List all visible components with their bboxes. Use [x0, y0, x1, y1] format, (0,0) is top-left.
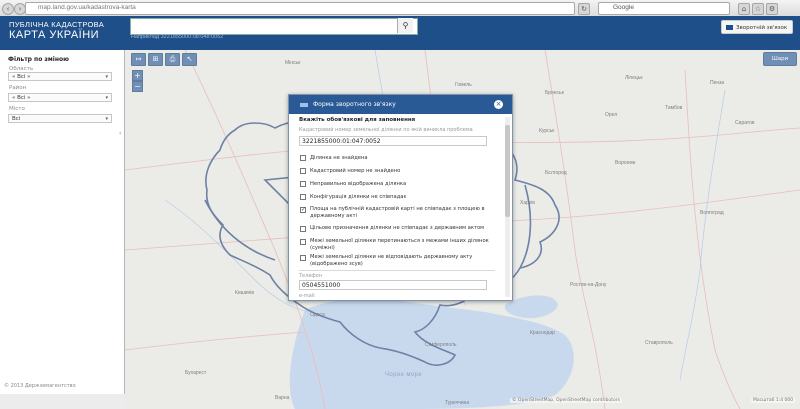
feedback-dialog: Форма зворотного зв'язку × Вкажіть обов'… [288, 94, 513, 301]
checkbox-label: Межі земельної ділянки перетинаються з м… [310, 238, 489, 251]
district-select[interactable]: « Всі » ▾ [8, 93, 112, 102]
region-select[interactable]: « Всі » ▾ [8, 72, 112, 81]
checkbox[interactable] [300, 194, 306, 200]
star-icon[interactable]: ☆ [752, 3, 764, 15]
chevron-down-icon: ▾ [105, 116, 108, 122]
brand-line1: ПУБЛІЧНА КАДАСТРОВА [9, 20, 104, 29]
filter-title: Фільтр по зміною [8, 56, 69, 63]
section-heading: Вкажіть обов'язкові для заповнення [299, 117, 416, 123]
collapse-icon[interactable]: ‹ [119, 130, 121, 137]
address-bar[interactable]: map.land.gov.ua/kadastrova-karta [25, 2, 575, 15]
address-text: map.land.gov.ua/kadastrova-karta [38, 4, 136, 11]
checkbox[interactable] [300, 239, 306, 245]
city-select[interactable]: Всі ▾ [8, 114, 112, 123]
city-value: Всі [12, 116, 21, 122]
checkbox[interactable] [300, 226, 306, 232]
checkbox[interactable] [300, 255, 306, 261]
feedback-label: Зворотній зв'язок [736, 25, 788, 31]
city-label: Місто [9, 106, 25, 112]
dialog-body: Вкажіть обов'язкові для заповнення Кадас… [289, 114, 505, 300]
dialog-scrollbar[interactable] [505, 117, 510, 297]
cadastral-note: Кадастровий номер земельної ділянки по я… [299, 127, 473, 133]
divider [299, 270, 495, 271]
feedback-button[interactable]: Зворотній зв'язок [721, 20, 793, 34]
checkbox-checked[interactable] [300, 206, 306, 213]
dialog-title: Форма зворотного зв'язку [313, 101, 396, 108]
checkbox-label: Неправильно відображена ділянка [310, 181, 407, 187]
checkbox-label: Конфігурація ділянки не співпадає [310, 194, 407, 200]
cadastral-search-input[interactable] [130, 18, 418, 35]
search-hint: Наприклад 3221855000:08:048:0052 [131, 34, 224, 40]
app-header: ПУБЛІЧНА КАДАСТРОВА КАРТА УКРАЇНИ ⚲ Напр… [0, 16, 800, 50]
district-value: « Всі » [12, 95, 31, 101]
checkbox-label: Кадастровий номер не знайдено [310, 168, 401, 174]
phone-field[interactable]: 0504551000 [299, 280, 487, 290]
browser-search-text: Google [613, 4, 634, 11]
phone-label: Телефон [299, 273, 323, 279]
home-icon[interactable]: ⌂ [738, 3, 750, 15]
checkbox[interactable] [300, 155, 306, 161]
browser-toolbar: ‹ › map.land.gov.ua/kadastrova-karta ↻ G… [0, 0, 800, 17]
chevron-down-icon: ▾ [105, 95, 108, 101]
scrollbar-thumb[interactable] [505, 125, 510, 217]
checkbox-label: Площа на публічній кадастровій карті не … [310, 206, 485, 219]
gear-icon[interactable]: ⚙ [766, 3, 778, 15]
checkbox-label: Ділянка не знайдена [310, 155, 368, 161]
filter-sidebar: Фільтр по зміною Область « Всі » ▾ Район … [0, 50, 125, 394]
back-icon[interactable]: ‹ [2, 3, 14, 15]
district-label: Район [9, 85, 27, 91]
chevron-down-icon: ▾ [105, 74, 108, 80]
checkbox[interactable] [300, 168, 306, 174]
email-label: e-mail [299, 293, 315, 299]
copyright: © 2013 Держземагентство [4, 383, 76, 389]
close-icon[interactable]: × [494, 100, 503, 109]
region-value: « Всі » [12, 74, 31, 80]
browser-search[interactable]: Google [598, 2, 730, 15]
envelope-icon [726, 25, 733, 30]
checkbox[interactable] [300, 181, 306, 187]
envelope-icon [300, 103, 308, 107]
cadastral-number-field[interactable]: 3221855000:01:047:0052 [299, 136, 487, 146]
checkbox-label: Межі земельної ділянки не відповідають д… [310, 254, 473, 267]
refresh-icon[interactable]: ↻ [578, 3, 590, 15]
checkbox-label: Цільове призначення ділянки не співпадає… [310, 225, 485, 231]
brand-line2: КАРТА УКРАЇНИ [9, 29, 100, 41]
dialog-header: Форма зворотного зв'язку × [289, 95, 512, 114]
search-icon[interactable]: ⚲ [397, 18, 413, 33]
